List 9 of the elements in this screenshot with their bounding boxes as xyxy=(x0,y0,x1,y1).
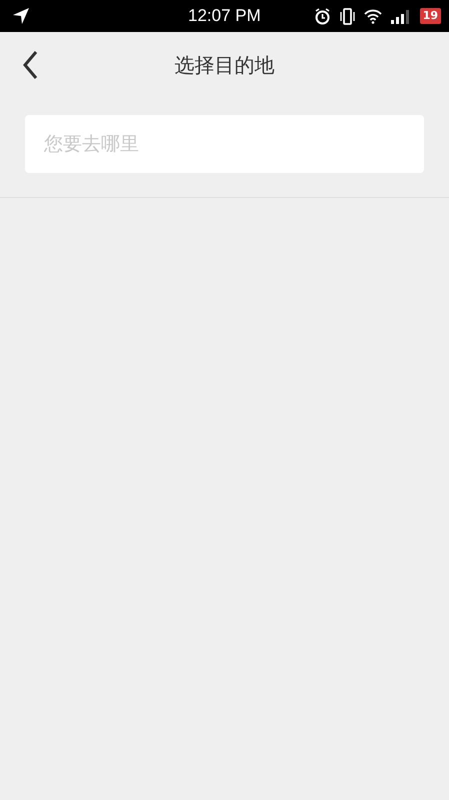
page-title: 选择目的地 xyxy=(174,52,274,79)
back-icon xyxy=(22,50,38,80)
status-time: 12:07 PM xyxy=(188,5,261,28)
location-arrow-icon xyxy=(12,7,30,25)
wifi-icon xyxy=(364,8,382,24)
battery-level: 19 xyxy=(420,8,441,24)
alarm-icon xyxy=(314,8,331,24)
vibrate-icon xyxy=(338,8,356,24)
signal-icon xyxy=(390,8,412,24)
